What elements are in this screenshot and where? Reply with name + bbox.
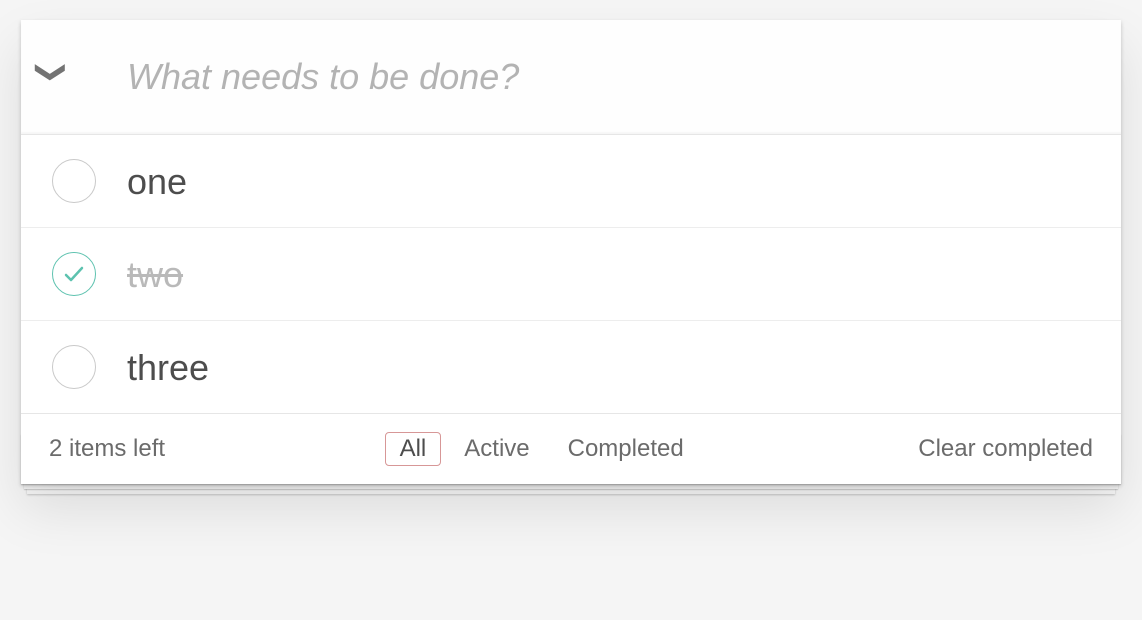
todo-label[interactable]: three [127,346,1097,389]
todo-label[interactable]: one [127,160,1097,203]
footer: 2 items left All Active Completed Clear … [21,413,1121,484]
filter-completed[interactable]: Completed [553,432,699,466]
toggle-checkbox[interactable] [52,345,96,389]
check-icon [62,262,86,286]
todo-count: 2 items left [49,439,165,459]
todo-item: two [21,228,1121,321]
clear-completed-button[interactable]: Clear completed [918,435,1093,463]
todo-label[interactable]: two [127,253,1097,296]
todo-app: one two three 2 items left [21,20,1121,484]
filters: All Active Completed [385,432,699,466]
toggle-checkbox[interactable] [52,252,96,296]
toggle-all-icon[interactable] [23,42,79,102]
todo-item: one [21,135,1121,228]
main: one two three [21,134,1121,413]
new-todo-input[interactable] [21,20,1121,134]
filter-all[interactable]: All [385,432,442,466]
filter-active[interactable]: Active [449,432,544,466]
header [21,20,1121,134]
toggle-checkbox[interactable] [52,159,96,203]
todo-item: three [21,321,1121,413]
todo-list: one two three [21,135,1121,413]
